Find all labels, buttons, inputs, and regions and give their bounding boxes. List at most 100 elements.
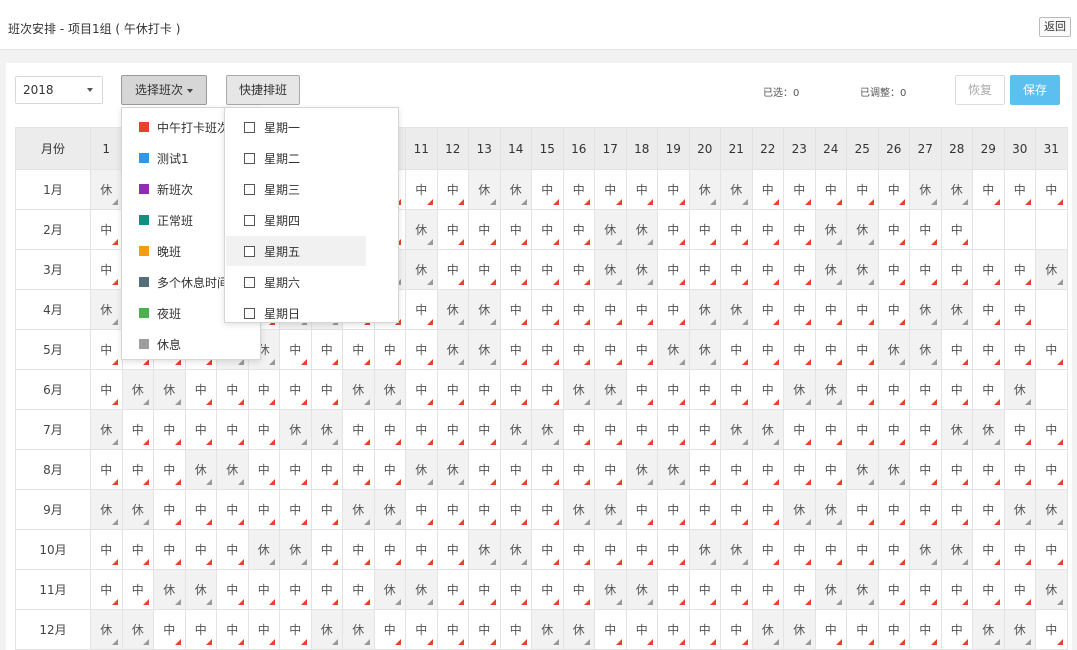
- day-cell-work[interactable]: 中: [594, 169, 627, 210]
- day-cell-work[interactable]: 中: [657, 369, 690, 410]
- day-cell-rest[interactable]: 休: [594, 249, 627, 290]
- day-cell-work[interactable]: 中: [1003, 329, 1036, 370]
- day-cell-rest[interactable]: 休: [90, 289, 123, 330]
- day-cell-rest[interactable]: 休: [247, 529, 280, 570]
- day-cell-work[interactable]: 中: [436, 609, 469, 650]
- day-cell-work[interactable]: 中: [468, 609, 501, 650]
- weekday-menu-item[interactable]: 星期一: [226, 112, 366, 142]
- day-cell-rest[interactable]: 休: [342, 369, 375, 410]
- day-cell-work[interactable]: 中: [972, 289, 1005, 330]
- day-cell-work[interactable]: 中: [940, 609, 973, 650]
- day-cell-rest[interactable]: 休: [90, 489, 123, 530]
- checkbox-icon[interactable]: [244, 308, 255, 319]
- day-cell-rest[interactable]: 休: [688, 329, 721, 370]
- day-cell-work[interactable]: 中: [877, 609, 910, 650]
- day-cell-rest[interactable]: 休: [625, 249, 658, 290]
- day-cell-work[interactable]: 中: [625, 409, 658, 450]
- day-cell-work[interactable]: 中: [531, 169, 564, 210]
- day-cell-work[interactable]: 中: [909, 249, 942, 290]
- day-cell-work[interactable]: 中: [247, 409, 280, 450]
- day-cell-work[interactable]: 中: [531, 489, 564, 530]
- day-cell-work[interactable]: 中: [436, 569, 469, 610]
- day-cell-rest[interactable]: 休: [846, 249, 879, 290]
- day-cell-rest[interactable]: 休: [783, 489, 816, 530]
- day-cell-work[interactable]: 中: [594, 329, 627, 370]
- day-cell-work[interactable]: 中: [909, 209, 942, 250]
- day-cell-rest[interactable]: 休: [625, 209, 658, 250]
- day-cell-work[interactable]: 中: [814, 529, 847, 570]
- day-cell-rest[interactable]: 休: [909, 529, 942, 570]
- day-cell-rest[interactable]: 休: [342, 489, 375, 530]
- day-cell-rest[interactable]: 休: [940, 529, 973, 570]
- day-cell-rest[interactable]: 休: [153, 369, 186, 410]
- day-cell-rest[interactable]: 休: [499, 409, 532, 450]
- day-cell-work[interactable]: 中: [846, 529, 879, 570]
- day-cell-rest[interactable]: 休: [940, 169, 973, 210]
- day-cell-work[interactable]: 中: [184, 489, 217, 530]
- day-cell-work[interactable]: 中: [153, 449, 186, 490]
- day-cell-work[interactable]: 中: [877, 209, 910, 250]
- day-cell-work[interactable]: 中: [90, 569, 123, 610]
- day-cell-rest[interactable]: 休: [90, 409, 123, 450]
- day-cell-work[interactable]: 中: [499, 289, 532, 330]
- day-cell-work[interactable]: 中: [436, 169, 469, 210]
- day-cell-work[interactable]: 中: [468, 369, 501, 410]
- day-cell-work[interactable]: 中: [751, 249, 784, 290]
- weekday-menu-item[interactable]: 星期三: [226, 174, 366, 204]
- day-cell-work[interactable]: 中: [783, 289, 816, 330]
- checkbox-icon[interactable]: [244, 246, 255, 257]
- day-cell-rest[interactable]: 休: [373, 369, 406, 410]
- weekday-menu-item[interactable]: 星期六: [226, 267, 366, 297]
- day-cell-rest[interactable]: 休: [90, 609, 123, 650]
- day-cell-work[interactable]: 中: [373, 409, 406, 450]
- day-cell-work[interactable]: 中: [216, 369, 249, 410]
- weekday-menu-item[interactable]: 星期日: [226, 298, 366, 328]
- day-cell-rest[interactable]: 休: [877, 329, 910, 370]
- day-cell-rest[interactable]: 休: [342, 609, 375, 650]
- weekday-menu-item[interactable]: 星期五: [226, 236, 366, 266]
- day-cell-rest[interactable]: 休: [436, 329, 469, 370]
- year-select[interactable]: 2018: [15, 76, 103, 104]
- day-cell-work[interactable]: 中: [216, 489, 249, 530]
- day-cell-rest[interactable]: 休: [373, 569, 406, 610]
- day-cell-rest[interactable]: 休: [405, 449, 438, 490]
- day-cell-work[interactable]: 中: [405, 169, 438, 210]
- day-cell-work[interactable]: 中: [751, 529, 784, 570]
- day-cell-work[interactable]: 中: [972, 329, 1005, 370]
- day-cell-work[interactable]: 中: [153, 609, 186, 650]
- day-cell-work[interactable]: 中: [342, 329, 375, 370]
- day-cell-work[interactable]: 中: [1003, 569, 1036, 610]
- day-cell-work[interactable]: 中: [846, 329, 879, 370]
- day-cell-work[interactable]: 中: [279, 329, 312, 370]
- quick-schedule-button[interactable]: 快捷排班: [226, 75, 300, 105]
- day-cell-work[interactable]: 中: [499, 569, 532, 610]
- day-cell-work[interactable]: 中: [531, 329, 564, 370]
- day-cell-work[interactable]: 中: [751, 489, 784, 530]
- day-cell-work[interactable]: 中: [310, 489, 343, 530]
- checkbox-icon[interactable]: [244, 153, 255, 164]
- day-cell-work[interactable]: 中: [499, 209, 532, 250]
- day-cell-work[interactable]: 中: [909, 489, 942, 530]
- checkbox-icon[interactable]: [244, 215, 255, 226]
- day-cell-work[interactable]: 中: [1003, 529, 1036, 570]
- checkbox-icon[interactable]: [244, 277, 255, 288]
- day-cell-work[interactable]: 中: [342, 449, 375, 490]
- shift-menu-item[interactable]: 休息: [122, 329, 260, 359]
- day-cell-work[interactable]: 中: [877, 409, 910, 450]
- day-cell-work[interactable]: 中: [405, 289, 438, 330]
- day-cell-work[interactable]: 中: [972, 529, 1005, 570]
- day-cell-work[interactable]: 中: [720, 329, 753, 370]
- day-cell-work[interactable]: 中: [877, 249, 910, 290]
- day-cell-work[interactable]: 中: [562, 169, 595, 210]
- day-cell-rest[interactable]: 休: [279, 529, 312, 570]
- day-cell-work[interactable]: 中: [531, 529, 564, 570]
- day-cell-work[interactable]: 中: [531, 249, 564, 290]
- day-cell-work[interactable]: 中: [90, 369, 123, 410]
- day-cell-work[interactable]: 中: [657, 289, 690, 330]
- day-cell-rest[interactable]: 休: [1003, 609, 1036, 650]
- day-cell-rest[interactable]: 休: [594, 489, 627, 530]
- day-cell-work[interactable]: 中: [972, 569, 1005, 610]
- day-cell-work[interactable]: 中: [562, 249, 595, 290]
- day-cell-rest[interactable]: 休: [468, 529, 501, 570]
- day-cell-rest[interactable]: 休: [436, 289, 469, 330]
